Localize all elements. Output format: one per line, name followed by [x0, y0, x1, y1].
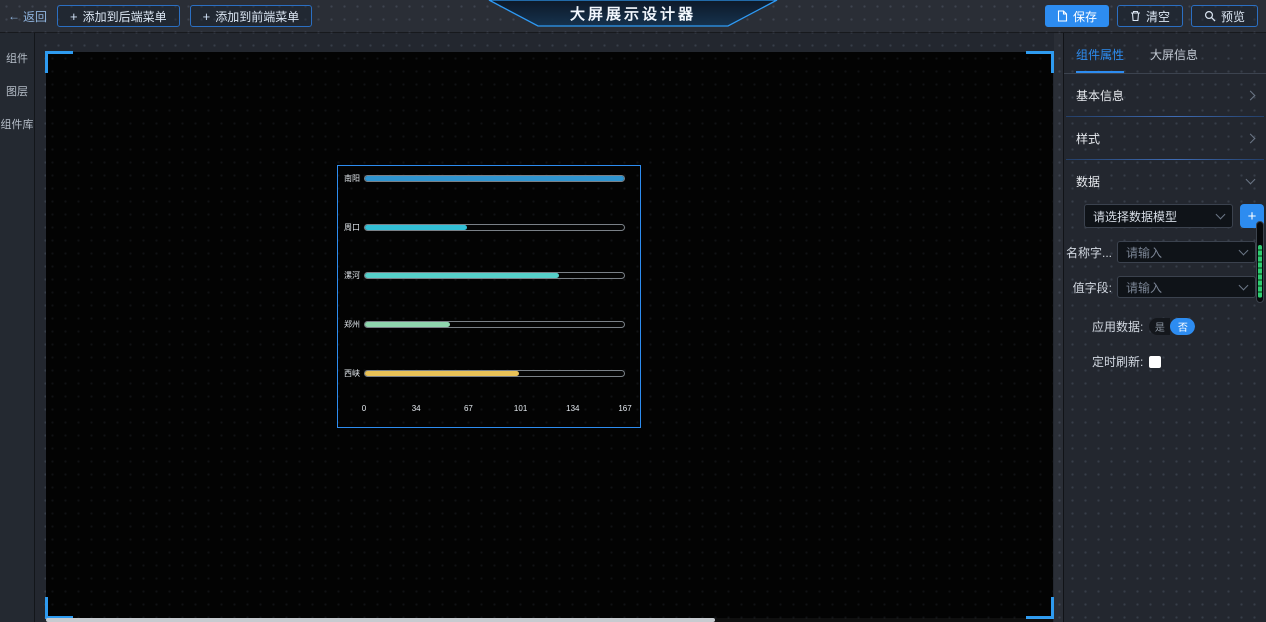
title-banner: 大屏展示设计器	[488, 0, 778, 28]
sidebar-item-component-library[interactable]: 组件库	[0, 119, 34, 132]
chart-row: 漯河	[342, 269, 625, 281]
value-field-placeholder: 请输入	[1126, 279, 1162, 296]
panel-scrollbar-thumb[interactable]	[1258, 245, 1262, 298]
preview-label: 预览	[1221, 8, 1245, 25]
vertical-scrollbar-track[interactable]	[1054, 33, 1063, 622]
chart-bar-track	[364, 321, 625, 328]
tab-screen-info[interactable]: 大屏信息	[1150, 46, 1198, 73]
back-label: 返回	[23, 8, 47, 25]
properties-panel: 组件属性 大屏信息 基本信息 样式 数据 请选择数据模型 + 名称字... 请输…	[1063, 33, 1266, 622]
save-label: 保存	[1073, 8, 1097, 25]
tab-component-properties[interactable]: 组件属性	[1076, 46, 1124, 73]
section-basic-info[interactable]: 基本信息	[1064, 74, 1266, 116]
horizontal-scrollbar[interactable]	[46, 618, 1053, 622]
apply-data-label: 应用数据:	[1092, 318, 1143, 335]
chart-bar-fill	[365, 371, 519, 376]
canvas-corner-bracket	[1026, 51, 1054, 73]
chart-bar-fill	[365, 273, 559, 278]
timed-refresh-checkbox[interactable]	[1149, 356, 1161, 368]
apply-data-toggle[interactable]: 是 否	[1149, 318, 1195, 335]
chart-axis-tick: 167	[618, 404, 631, 413]
section-data[interactable]: 数据	[1064, 160, 1266, 202]
bar-chart-widget[interactable]: 南阳周口漯河郑州西峡 0 34 67 101 134 167	[337, 165, 641, 428]
back-arrow-icon: ←	[8, 9, 20, 23]
add-frontend-menu-button[interactable]: + 添加到前端菜单	[190, 5, 313, 27]
canvas-corner-bracket	[45, 597, 73, 619]
preview-button[interactable]: 预览	[1191, 5, 1258, 27]
section-data-label: 数据	[1076, 173, 1100, 190]
clear-button[interactable]: 清空	[1117, 5, 1183, 27]
chevron-right-icon	[1246, 90, 1256, 100]
panel-tabs: 组件属性 大屏信息	[1064, 33, 1266, 74]
back-button[interactable]: ← 返回	[8, 8, 47, 25]
value-field-select[interactable]: 请输入	[1117, 276, 1256, 298]
data-model-select[interactable]: 请选择数据模型	[1084, 204, 1233, 228]
plus-icon: +	[203, 9, 211, 24]
magnifier-icon	[1204, 10, 1216, 22]
chart-bar-track	[364, 224, 625, 231]
name-field-placeholder: 请输入	[1126, 244, 1162, 261]
chart-category-label: 周口	[342, 222, 360, 233]
chart-axis-tick: 101	[514, 404, 527, 413]
page-title: 大屏展示设计器	[488, 3, 778, 24]
section-style[interactable]: 样式	[1064, 117, 1266, 159]
value-field-label: 值字段:	[1064, 279, 1112, 296]
chevron-right-icon	[1246, 133, 1256, 143]
chart-bar-fill	[365, 322, 450, 327]
chart-row: 南阳	[342, 172, 625, 184]
horizontal-scrollbar-thumb[interactable]	[46, 618, 715, 622]
section-basic-info-label: 基本信息	[1076, 87, 1124, 104]
save-button[interactable]: 保存	[1045, 5, 1109, 27]
add-backend-menu-button[interactable]: + 添加到后端菜单	[57, 5, 180, 27]
toggle-no-option[interactable]: 否	[1170, 318, 1195, 335]
chevron-down-icon	[1246, 174, 1256, 184]
chart-axis: 03467101134167	[364, 404, 625, 416]
chart-axis-tick: 0	[362, 404, 366, 413]
sidebar-item-layers[interactable]: 图层	[0, 86, 34, 99]
chart-category-label: 南阳	[342, 173, 360, 184]
clear-label: 清空	[1146, 8, 1170, 25]
name-field-select[interactable]: 请输入	[1117, 241, 1256, 263]
toggle-yes-option[interactable]: 是	[1149, 318, 1170, 335]
left-sidebar: 组件 图层 组件库	[0, 33, 35, 622]
chart-axis-tick: 34	[412, 404, 421, 413]
chart-bar-fill	[365, 176, 624, 181]
chart-row: 周口	[342, 221, 625, 233]
chart-category-label: 郑州	[342, 319, 360, 330]
trash-icon	[1130, 10, 1141, 22]
chart-category-label: 西峡	[342, 368, 360, 379]
chart-category-label: 漯河	[342, 270, 360, 281]
design-canvas[interactable]: 南阳周口漯河郑州西峡 0 34 67 101 134 167	[46, 52, 1053, 622]
add-backend-menu-label: 添加到后端菜单	[83, 8, 167, 25]
add-frontend-menu-label: 添加到前端菜单	[215, 8, 299, 25]
chart-row: 郑州	[342, 318, 625, 330]
chevron-down-icon	[1239, 280, 1249, 290]
chevron-down-icon	[1216, 209, 1226, 219]
name-field-label: 名称字...	[1064, 244, 1112, 261]
chevron-down-icon	[1239, 245, 1249, 255]
chart-axis-tick: 134	[566, 404, 579, 413]
chart-bar-fill	[365, 225, 467, 230]
chart-bar-track	[364, 370, 625, 377]
section-style-label: 样式	[1076, 130, 1100, 147]
canvas-corner-bracket	[45, 51, 73, 73]
panel-scrollbar[interactable]	[1256, 221, 1264, 303]
chart-bar-track	[364, 175, 625, 182]
timed-refresh-label: 定时刷新:	[1092, 353, 1143, 370]
sidebar-item-components[interactable]: 组件	[0, 53, 34, 66]
plus-icon: +	[70, 9, 78, 24]
chart-bar-track	[364, 272, 625, 279]
topbar: ← 返回 + 添加到后端菜单 + 添加到前端菜单 大屏展示设计器 保存	[0, 0, 1266, 33]
chart-axis-tick: 67	[464, 404, 473, 413]
canvas-corner-bracket	[1026, 597, 1054, 619]
document-icon	[1057, 10, 1068, 22]
chart-row: 西峡	[342, 367, 625, 379]
data-model-select-value: 请选择数据模型	[1093, 208, 1177, 225]
